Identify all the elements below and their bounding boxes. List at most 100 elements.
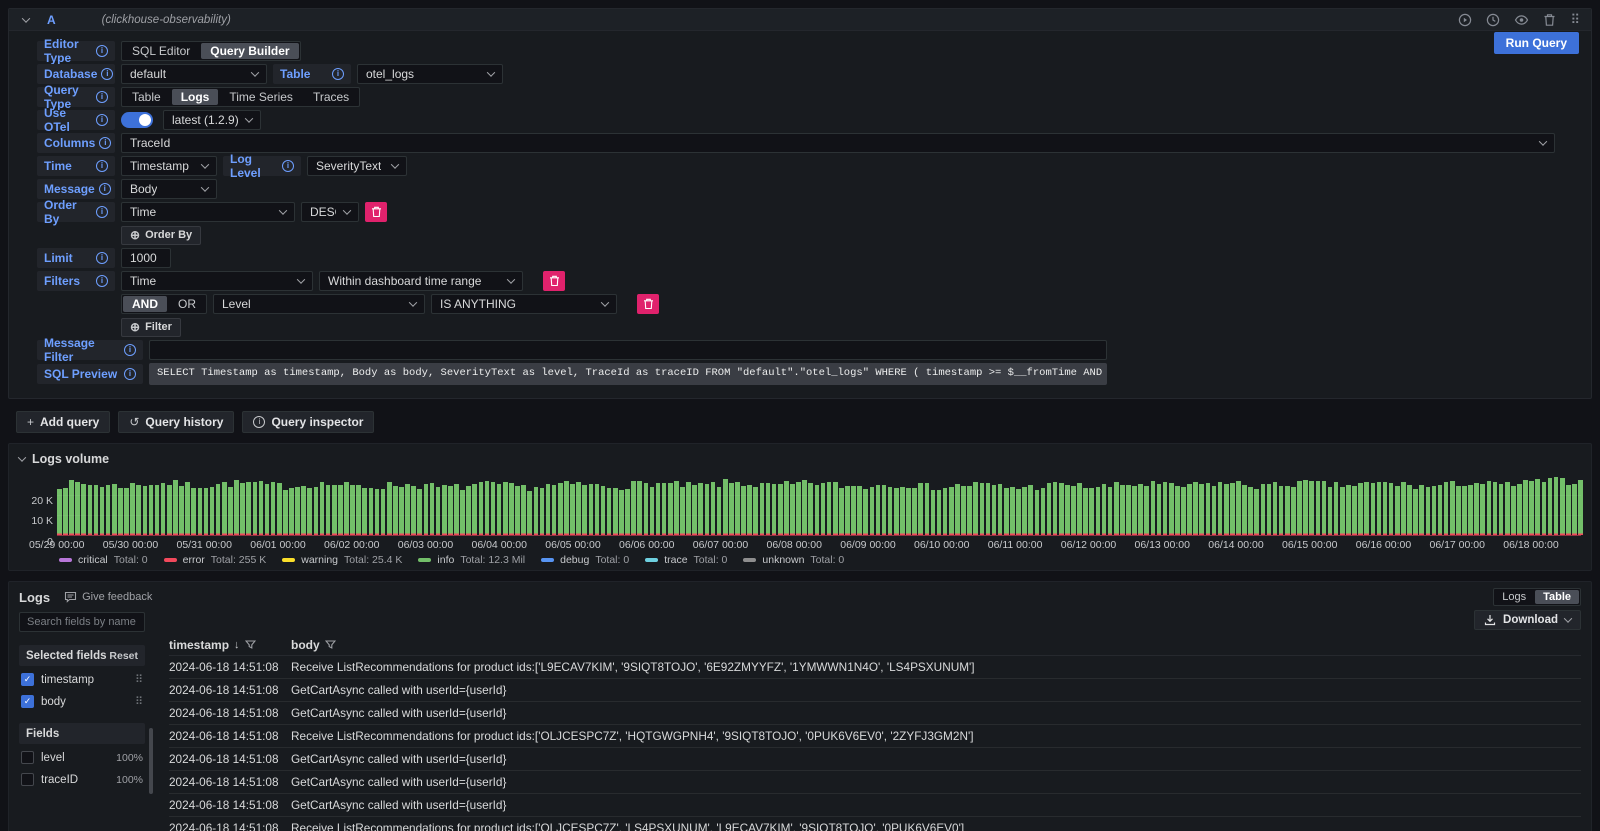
filter1-operator-select[interactable]: Within dashboard time range bbox=[319, 271, 523, 291]
message-column-select[interactable]: Body bbox=[121, 179, 217, 199]
search-fields-input[interactable] bbox=[19, 612, 145, 632]
checkbox-unchecked-icon[interactable] bbox=[21, 751, 34, 764]
field-percent: 100% bbox=[116, 774, 143, 786]
table-row[interactable]: 2024-06-18 14:51:08Receive ListRecommend… bbox=[169, 817, 1581, 831]
database-select[interactable]: default bbox=[121, 64, 267, 84]
query-type-traces[interactable]: Traces bbox=[303, 88, 359, 106]
info-icon[interactable] bbox=[332, 68, 344, 80]
available-field-traceID[interactable]: traceID100% bbox=[19, 771, 145, 788]
info-icon[interactable] bbox=[96, 275, 108, 287]
message-filter-input[interactable] bbox=[149, 340, 1107, 360]
info-icon[interactable] bbox=[96, 252, 108, 264]
reset-button[interactable]: Reset bbox=[109, 650, 138, 662]
collapse-chevron-icon[interactable] bbox=[18, 453, 26, 461]
add-filter-button[interactable]: Filter bbox=[121, 318, 181, 337]
filter2-operator-select[interactable]: IS ANYTHING bbox=[431, 294, 617, 314]
editor-type-query-builder[interactable]: Query Builder bbox=[201, 43, 298, 59]
volume-bar bbox=[1480, 484, 1485, 535]
info-icon[interactable] bbox=[124, 368, 136, 380]
query-history-button[interactable]: ↺Query history bbox=[118, 411, 234, 433]
logs-volume-header[interactable]: Logs volume bbox=[19, 450, 1581, 468]
info-icon[interactable] bbox=[96, 45, 108, 57]
legend-item-unknown[interactable]: unknownTotal: 0 bbox=[743, 554, 844, 566]
download-button[interactable]: Download bbox=[1474, 610, 1581, 630]
clock-icon[interactable] bbox=[1486, 13, 1500, 27]
info-icon[interactable] bbox=[101, 68, 113, 80]
available-field-level[interactable]: level100% bbox=[19, 749, 145, 766]
add-query-button[interactable]: +Add query bbox=[16, 411, 110, 433]
table-row[interactable]: 2024-06-18 14:51:08GetCartAsync called w… bbox=[169, 748, 1581, 771]
table-row[interactable]: 2024-06-18 14:51:08GetCartAsync called w… bbox=[169, 794, 1581, 817]
log-level-column-select[interactable]: SeverityText bbox=[307, 156, 407, 176]
message-filter-row: Message Filter bbox=[37, 340, 1579, 360]
volume-bar bbox=[1273, 482, 1278, 535]
info-icon[interactable] bbox=[99, 137, 111, 149]
sidebar-scrollbar[interactable] bbox=[149, 728, 153, 794]
selected-field-body[interactable]: body⠿ bbox=[19, 693, 145, 710]
volume-bar bbox=[1450, 481, 1455, 535]
query-ref-id[interactable]: A bbox=[47, 13, 56, 27]
legend-item-warning[interactable]: warningTotal: 25.4 K bbox=[282, 554, 402, 566]
remove-filter1-button[interactable] bbox=[543, 271, 565, 291]
table-select[interactable]: otel_logs bbox=[357, 64, 503, 84]
time-column-select[interactable]: Timestamp bbox=[121, 156, 217, 176]
otel-version-select[interactable]: latest (1.2.9) bbox=[163, 110, 261, 130]
info-icon[interactable] bbox=[96, 91, 108, 103]
drag-handle-icon[interactable]: ⠿ bbox=[135, 673, 143, 686]
limit-input[interactable] bbox=[121, 248, 171, 268]
run-query-button[interactable]: Run Query bbox=[1494, 32, 1579, 54]
info-icon[interactable] bbox=[96, 160, 108, 172]
remove-filter2-button[interactable] bbox=[637, 294, 659, 314]
trash-icon[interactable] bbox=[1543, 13, 1556, 27]
info-icon[interactable] bbox=[282, 160, 294, 172]
filter-funnel-icon[interactable] bbox=[245, 640, 256, 650]
legend-item-debug[interactable]: debugTotal: 0 bbox=[541, 554, 629, 566]
volume-bar bbox=[656, 483, 661, 535]
view-toggle-table[interactable]: Table bbox=[1535, 590, 1579, 604]
give-feedback-link[interactable]: Give feedback bbox=[64, 591, 152, 603]
filter-funnel-icon[interactable] bbox=[325, 640, 336, 650]
table-row[interactable]: 2024-06-18 14:51:08Receive ListRecommend… bbox=[169, 725, 1581, 748]
filter2-field-select[interactable]: Level bbox=[213, 294, 425, 314]
timestamp-column-header[interactable]: timestamp ↓ bbox=[169, 638, 291, 652]
remove-order-by-button[interactable] bbox=[365, 202, 387, 222]
table-row[interactable]: 2024-06-18 14:51:08Receive ListRecommend… bbox=[169, 656, 1581, 679]
order-by-direction-select[interactable]: DESC bbox=[301, 202, 359, 222]
drag-handle-icon[interactable]: ⠿ bbox=[1570, 12, 1581, 28]
checkbox-checked-icon[interactable] bbox=[21, 695, 34, 708]
sort-desc-icon[interactable]: ↓ bbox=[234, 639, 240, 651]
info-icon[interactable] bbox=[96, 114, 108, 126]
conjunction-or[interactable]: OR bbox=[168, 295, 206, 313]
view-toggle-logs[interactable]: Logs bbox=[1494, 589, 1534, 605]
legend-item-info[interactable]: infoTotal: 12.3 Mil bbox=[418, 554, 525, 566]
query-type-logs[interactable]: Logs bbox=[172, 89, 219, 105]
chart-plot-area[interactable] bbox=[57, 474, 1581, 536]
checkbox-unchecked-icon[interactable] bbox=[21, 773, 34, 786]
play-circle-icon[interactable] bbox=[1458, 13, 1472, 27]
info-icon[interactable] bbox=[96, 206, 108, 218]
selected-field-timestamp[interactable]: timestamp⠿ bbox=[19, 671, 145, 688]
query-type-time-series[interactable]: Time Series bbox=[219, 88, 303, 106]
query-inspector-button[interactable]: Query inspector bbox=[242, 411, 374, 433]
info-icon[interactable] bbox=[124, 344, 136, 356]
body-column-header[interactable]: body bbox=[291, 638, 1581, 652]
use-otel-toggle[interactable] bbox=[121, 112, 153, 128]
columns-multiselect[interactable]: TraceId bbox=[121, 133, 1555, 153]
add-order-by-button[interactable]: Order By bbox=[121, 226, 201, 245]
legend-item-error[interactable]: errorTotal: 255 K bbox=[164, 554, 267, 566]
legend-item-critical[interactable]: criticalTotal: 0 bbox=[59, 554, 148, 566]
query-type-table[interactable]: Table bbox=[122, 88, 171, 106]
order-by-field-select[interactable]: Time bbox=[121, 202, 295, 222]
checkbox-checked-icon[interactable] bbox=[21, 673, 34, 686]
drag-handle-icon[interactable]: ⠿ bbox=[135, 695, 143, 708]
eye-icon[interactable] bbox=[1514, 13, 1529, 27]
table-row[interactable]: 2024-06-18 14:51:08GetCartAsync called w… bbox=[169, 702, 1581, 725]
filter1-field-select[interactable]: Time bbox=[121, 271, 313, 291]
table-row[interactable]: 2024-06-18 14:51:08GetCartAsync called w… bbox=[169, 679, 1581, 702]
info-icon[interactable] bbox=[99, 183, 111, 195]
collapse-chevron-icon[interactable] bbox=[22, 14, 30, 22]
table-row[interactable]: 2024-06-18 14:51:08GetCartAsync called w… bbox=[169, 771, 1581, 794]
legend-item-trace[interactable]: traceTotal: 0 bbox=[645, 554, 727, 566]
editor-type-sql-editor[interactable]: SQL Editor bbox=[122, 42, 200, 60]
conjunction-and[interactable]: AND bbox=[123, 296, 167, 312]
